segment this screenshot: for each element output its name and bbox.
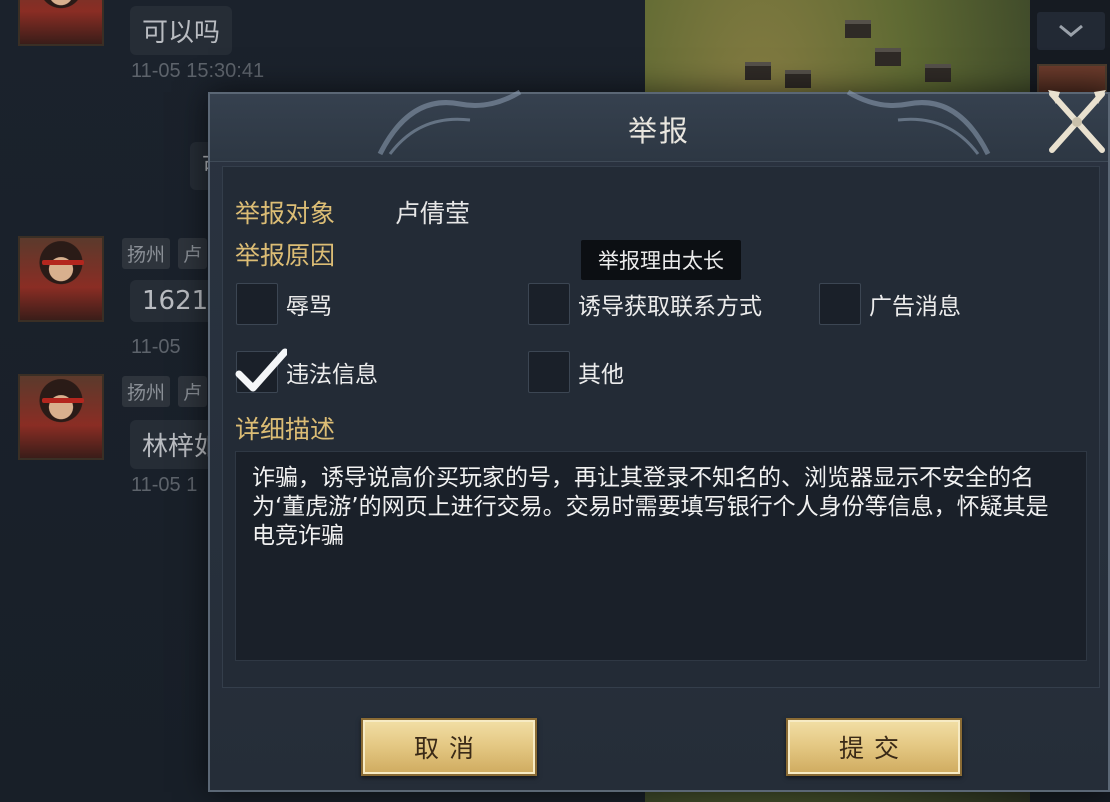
dialog-header: 举报 <box>210 89 1108 162</box>
collapse-button[interactable] <box>1037 12 1105 50</box>
avatar[interactable] <box>18 236 104 322</box>
sender-name: 卢 <box>178 238 208 269</box>
city-tag: 扬州 <box>122 238 171 269</box>
checkbox[interactable] <box>819 283 861 325</box>
report-target-label: 举报对象 <box>235 199 336 228</box>
option-label: 违法信息 <box>286 362 378 388</box>
report-target-name: 卢倩莹 <box>395 199 471 228</box>
checkbox[interactable] <box>528 283 570 325</box>
report-dialog: 举报 取消 提交 <box>208 89 1110 792</box>
checkbox-checked[interactable] <box>235 348 287 393</box>
option-illegal-info[interactable]: 违法信息 <box>235 348 378 393</box>
map-building <box>745 62 771 80</box>
option-advertising[interactable]: 广告消息 <box>819 283 961 325</box>
city-tag: 扬州 <box>122 376 171 407</box>
option-label: 辱骂 <box>286 294 332 320</box>
crossed-swords-close-icon[interactable] <box>1044 88 1110 158</box>
checkbox[interactable] <box>236 283 278 325</box>
map-building <box>845 20 871 38</box>
chat-timestamp: 11-05 <box>131 336 181 358</box>
avatar[interactable] <box>18 0 104 46</box>
sender-name: 卢 <box>178 376 208 407</box>
map-building <box>925 64 951 82</box>
option-insult[interactable]: 辱骂 <box>236 283 332 325</box>
chat-timestamp: 11-05 1 <box>131 474 198 496</box>
avatar[interactable] <box>18 374 104 460</box>
chevron-down-icon <box>1059 24 1083 37</box>
option-other[interactable]: 其他 <box>528 351 624 393</box>
dialog-title: 举报 <box>627 114 690 148</box>
tooltip: 举报理由太长 <box>581 240 741 280</box>
option-label: 广告消息 <box>869 294 961 320</box>
submit-button[interactable]: 提交 <box>786 718 962 776</box>
chat-timestamp: 11-05 15:30:41 <box>131 60 265 82</box>
chat-message: 1621 <box>130 280 221 322</box>
checkbox[interactable] <box>528 351 570 393</box>
map-building <box>875 48 901 66</box>
report-reason-label: 举报原因 <box>235 241 336 270</box>
map-building <box>785 70 811 88</box>
option-label: 诱导获取联系方式 <box>578 294 762 320</box>
chat-message: 可以吗 <box>130 6 233 55</box>
detail-description-label: 详细描述 <box>235 415 336 444</box>
cancel-button[interactable]: 取消 <box>361 718 537 776</box>
checkmark-icon <box>235 348 287 392</box>
dialog-footer: 取消 提交 <box>210 692 1108 790</box>
description-textarea[interactable]: 诈骗，诱导说高价买玩家的号，再让其登录不知名的、浏览器显示不安全的名为‘董虎游’… <box>235 451 1087 661</box>
option-solicit-contact[interactable]: 诱导获取联系方式 <box>528 283 762 325</box>
option-label: 其他 <box>578 362 624 388</box>
